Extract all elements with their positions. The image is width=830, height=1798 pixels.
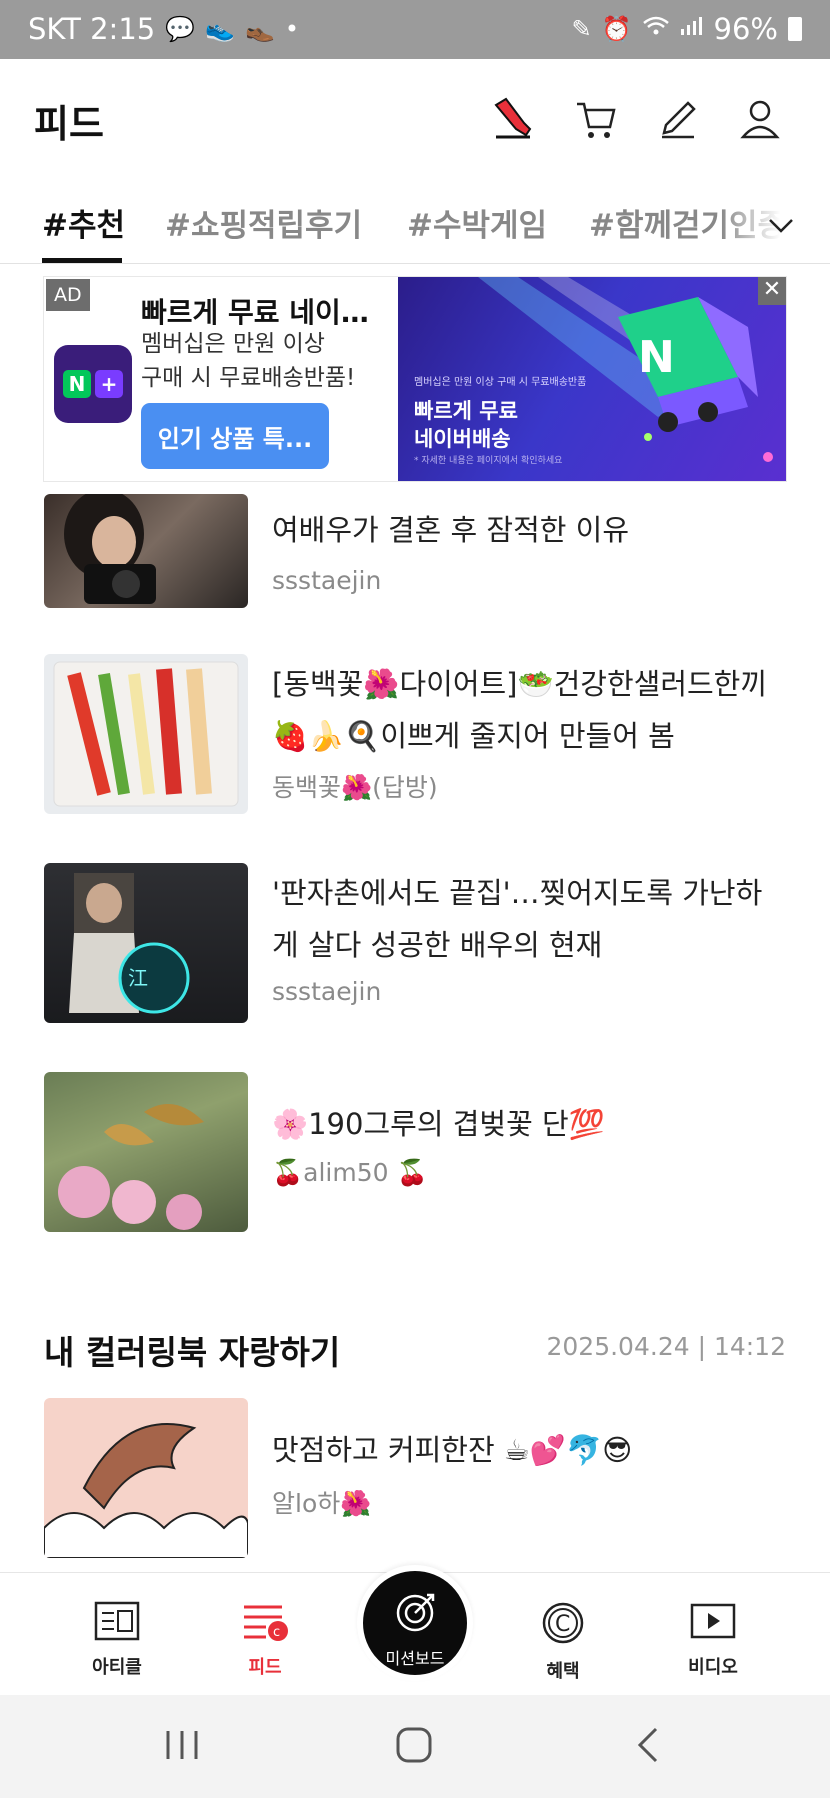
- feed-item-title: 맛점하고 커피한잔 ☕💕🐬😎: [272, 1433, 633, 1467]
- feed-thumbnail[interactable]: [44, 494, 248, 608]
- cart-icon[interactable]: [572, 95, 620, 143]
- mission-icon: [395, 1591, 437, 1637]
- status-right: ✎ ⏰ 96%: [572, 12, 802, 46]
- ad-banner-image[interactable]: N 멤버십은 만원 이상 구매 시 무료배송반품 빠르게 무료 네이버배송 * …: [398, 277, 786, 481]
- banner-headline-1: 빠르게 무료: [414, 399, 518, 423]
- system-nav-bar: [0, 1695, 830, 1798]
- ad-desc-line2: 구매 시 무료배송반품!: [141, 365, 356, 391]
- tab-shopping-review[interactable]: #쇼핑적립후기: [165, 200, 362, 245]
- dot-icon: •: [284, 15, 300, 43]
- feed-item-author: 🍒alim50 🍒: [272, 1158, 428, 1187]
- close-icon[interactable]: ✕: [758, 277, 786, 305]
- nav-feed[interactable]: c 피드: [205, 1601, 325, 1679]
- nav-label: 아티클: [92, 1657, 142, 1678]
- header-actions: [490, 95, 784, 143]
- battery-percent: 96%: [713, 12, 778, 46]
- svg-text:江: 江: [128, 966, 148, 990]
- ad-description: 멤버십은 만원 이상 구매 시 무료배송반품!: [141, 327, 391, 395]
- carrier-time: SKT 2:15: [28, 12, 156, 46]
- ad-banner[interactable]: AD N + 빠르게 무료 네이… 멤버십은 만원 이상 구매 시 무료배송반품…: [43, 276, 787, 482]
- back-icon[interactable]: [628, 1725, 668, 1769]
- feed-thumbnail[interactable]: [44, 1398, 248, 1558]
- tab-watermelon-game[interactable]: #수박게임: [407, 200, 547, 245]
- alarm-icon: ⏰: [601, 15, 632, 43]
- ad-cta-button[interactable]: 인기 상품 특...: [141, 403, 329, 469]
- shoe-notification-icon: 👟: [205, 15, 236, 43]
- nav-benefit[interactable]: C 혜택: [503, 1601, 623, 1683]
- banner-small-text: 멤버십은 만원 이상 구매 시 무료배송반품: [414, 377, 587, 388]
- signal-icon: [680, 15, 704, 43]
- nav-video[interactable]: 비디오: [653, 1601, 773, 1679]
- hashtag-tabs: #추천 #쇼핑적립후기 #수박게임 #함께걷기인증: [0, 190, 830, 264]
- banner-footnote: * 자세한 내용은 페이지에서 확인하세요: [414, 456, 563, 466]
- feed-icon: c: [242, 1605, 288, 1645]
- feed-item[interactable]: 여배우가 결혼 후 잠적한 이유 ssstaejin: [44, 494, 790, 614]
- ad-desc-line1: 멤버십은 만원 이상: [141, 331, 325, 357]
- svg-text:N: N: [638, 332, 675, 383]
- sneaker-icon[interactable]: [490, 95, 538, 143]
- feed-thumbnail[interactable]: [44, 1072, 248, 1232]
- feed-item-title: 🌸190그루의 겹벚꽃 단💯: [272, 1107, 605, 1141]
- nav-label: 혜택: [546, 1661, 580, 1682]
- feed-item-author: ssstaejin: [272, 566, 382, 595]
- chevron-down-icon[interactable]: [764, 208, 798, 242]
- status-left: SKT 2:15 💬 👟 👞 •: [28, 12, 299, 46]
- sneaker-notification-icon: 👞: [245, 15, 275, 43]
- feed-item[interactable]: 🌸190그루의 겹벚꽃 단💯 🍒alim50 🍒: [44, 1072, 790, 1236]
- home-icon[interactable]: [394, 1725, 434, 1769]
- banner-headline-2: 네이버배송: [414, 427, 511, 451]
- nav-label: 비디오: [688, 1657, 738, 1678]
- page-title: 피드: [34, 102, 104, 146]
- nav-article[interactable]: 아티클: [57, 1601, 177, 1679]
- ad-badge: AD: [46, 279, 90, 311]
- app-header: 피드: [0, 59, 830, 179]
- nav-label: 미션보드: [385, 1649, 445, 1668]
- active-tab-indicator: [42, 258, 122, 263]
- ad-title: 빠르게 무료 네이…: [141, 296, 369, 329]
- svg-text:C: C: [555, 1612, 570, 1637]
- pen-status-icon: ✎: [571, 15, 592, 43]
- section-date: 2025.04.24 | 14:12: [546, 1332, 786, 1361]
- section-title: 내 컬러링북 자랑하기: [44, 1333, 341, 1372]
- naver-plus-logo: N +: [54, 345, 132, 423]
- video-icon: [690, 1603, 736, 1645]
- tab-recommend[interactable]: #추천: [42, 200, 125, 245]
- feed-item[interactable]: [동백꽃🌺다이어트]🥗건강한샐러드한끼🍓🍌🍳이쁘게 줄지어 만들어 봄 동백꽃🌺…: [44, 654, 790, 818]
- svg-text:c: c: [273, 1625, 280, 1640]
- feed-item-author: 알lo하🌺: [272, 1489, 372, 1518]
- feed-thumbnail[interactable]: [44, 654, 248, 814]
- feed-item-title: 여배우가 결혼 후 잠적한 이유: [272, 513, 630, 547]
- logo-n: N: [63, 370, 91, 398]
- feed-item-author: 동백꽃🌺(답방): [272, 773, 438, 802]
- article-icon: [94, 1601, 140, 1645]
- feed-item-author: ssstaejin: [272, 977, 382, 1006]
- coin-icon: C: [541, 1602, 585, 1649]
- nav-label: 피드: [248, 1657, 282, 1678]
- feed-thumbnail[interactable]: 江: [44, 863, 248, 1023]
- logo-plus: +: [95, 370, 123, 398]
- talk-notification-icon: 💬: [165, 15, 196, 43]
- pencil-icon[interactable]: [654, 95, 702, 143]
- recent-apps-icon[interactable]: [162, 1725, 202, 1769]
- nav-mission-board[interactable]: 미션보드: [357, 1565, 473, 1681]
- feed-item-title: [동백꽃🌺다이어트]🥗건강한샐러드한끼🍓🍌🍳이쁘게 줄지어 만들어 봄: [272, 667, 768, 753]
- status-bar: SKT 2:15 💬 👟 👞 • ✎ ⏰ 96%: [0, 0, 830, 59]
- feed-item-title: '판자촌에서도 끝집'…찢어지도록 가난하게 살다 성공한 배우의 현재: [272, 876, 763, 962]
- profile-icon[interactable]: [736, 95, 784, 143]
- feed-item[interactable]: 맛점하고 커피한잔 ☕💕🐬😎 알lo하🌺: [44, 1398, 790, 1562]
- wifi-icon: [642, 15, 670, 43]
- battery-icon: [788, 17, 802, 41]
- feed-item[interactable]: 江 '판자촌에서도 끝집'…찢어지도록 가난하게 살다 성공한 배우의 현재 s…: [44, 863, 790, 1027]
